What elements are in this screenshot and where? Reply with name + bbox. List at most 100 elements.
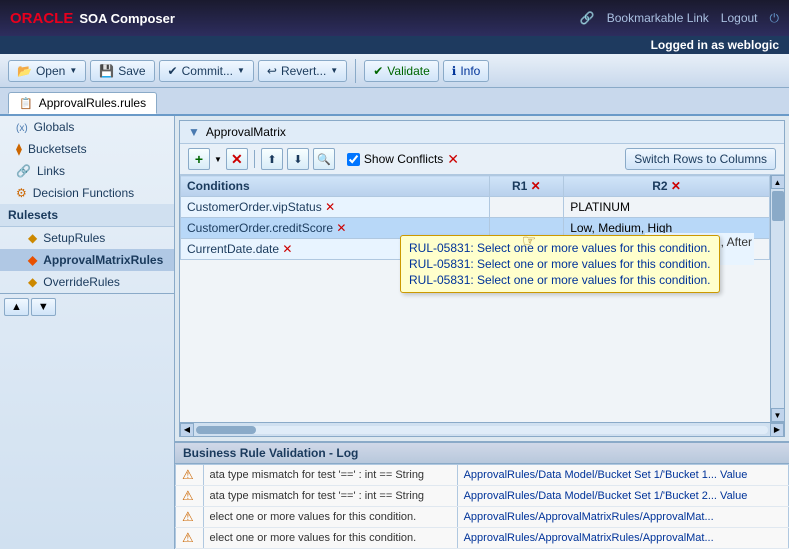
open-button[interactable]: 📂 Open ▼ [8,60,86,82]
commit-button[interactable]: ✔ Commit... ▼ [159,60,254,82]
globals-label: Globals [34,120,75,134]
log-msg-2: elect one or more values for this condit… [203,507,457,528]
oracle-text: ORACLE [10,10,73,27]
matrix-expand-icon[interactable]: ▼ [188,125,200,139]
decision-toolbar: + ▼ ✕ ⬆ ⬇ 🔍 Show Conflicts ✕ Switch Rows… [180,144,784,175]
sidebar-item-approvalmatrixrules[interactable]: ApprovalMatrixRules [0,249,174,271]
save-button[interactable]: 💾 Save [90,60,154,82]
horiz-scroll-track [196,426,768,434]
conflicts-error-icon: ✕ [447,151,459,168]
delete-row-button[interactable]: ✕ [226,148,248,170]
table-area: Conditions R1 ✕ R2 ✕ [180,175,784,422]
links-label: Links [37,164,65,178]
logout-link[interactable]: Logout [721,11,758,25]
log-row: ⚠ elect one or more values for this cond… [176,528,789,549]
commit-dropdown-arrow: ▼ [237,66,245,75]
sidebar-down-button[interactable]: ▼ [31,298,56,316]
revert-icon: ↩ [267,64,277,78]
scroll-left-button[interactable]: ◀ [180,423,194,437]
tab-label: ApprovalRules.rules [39,96,146,110]
revert-dropdown-arrow: ▼ [330,66,338,75]
approvalmatrixrules-icon [28,253,37,267]
decision-functions-icon [16,186,27,200]
sidebar: Globals Bucketsets 🔗 Links Decision Func… [0,116,175,549]
add-dropdown-arrow[interactable]: ▼ [214,155,222,164]
info-button[interactable]: ℹ Info [443,60,490,82]
decision-functions-label: Decision Functions [33,186,134,200]
row-2-error-icon: ✕ [282,242,292,256]
scroll-right-button[interactable]: ▶ [770,423,784,437]
soa-composer-text: SOA Composer [79,11,175,26]
globals-icon [16,120,28,134]
sidebar-item-bucketsets[interactable]: Bucketsets [0,138,174,160]
move-up-button[interactable]: ⬆ [261,148,283,170]
log-title: Business Rule Validation - Log [183,446,358,460]
scroll-thumb[interactable] [772,191,784,221]
log-row: ⚠ ata type mismatch for test '==' : int … [176,465,789,486]
tooltip-box: RUL-05831: Select one or more values for… [400,235,720,293]
row-0-col-r2[interactable]: PLATINUM [564,197,770,218]
log-content: ⚠ ata type mismatch for test '==' : int … [175,464,789,549]
col-r2-delete[interactable]: ✕ [671,179,681,193]
matrix-name: ApprovalMatrix [206,125,286,139]
log-path-2: ApprovalRules/ApprovalMatrixRules/Approv… [457,507,788,528]
revert-button[interactable]: ↩ Revert... ▼ [258,60,347,82]
logout-icon: ⏻ [770,11,780,26]
overriderules-icon [28,275,37,289]
log-warn-icon-2: ⚠ [176,507,204,528]
horiz-scroll-thumb[interactable] [196,426,256,434]
switch-btn-label: Switch Rows to Columns [634,152,767,166]
links-icon: 🔗 [16,164,31,178]
log-msg-3: elect one or more values for this condit… [203,528,457,549]
switch-rows-columns-button[interactable]: Switch Rows to Columns [625,148,776,170]
save-icon: 💾 [99,64,114,78]
app-header: ORACLE SOA Composer 🔗 Bookmarkable Link … [0,0,789,36]
log-row: ⚠ ata type mismatch for test '==' : int … [176,486,789,507]
log-path-1: ApprovalRules/Data Model/Bucket Set 1/'B… [457,486,788,507]
show-conflicts-label: Show Conflicts [364,152,443,166]
content-inner: ▼ ApprovalMatrix + ▼ ✕ ⬆ ⬇ 🔍 Show Confli… [179,120,785,437]
row-0-col-r1[interactable] [489,197,564,218]
sidebar-nav-buttons: ▲ ▼ [0,293,174,320]
commit-icon: ✔ [168,64,178,78]
scroll-up-button[interactable]: ▲ [771,175,785,189]
vertical-scrollbar[interactable]: ▲ ▼ [770,175,784,422]
bookmarkable-link[interactable]: Bookmarkable Link [607,11,709,25]
move-down-button[interactable]: ⬇ [287,148,309,170]
horizontal-scrollbar[interactable]: ◀ ▶ [180,422,784,436]
row-0-error-icon: ✕ [325,200,335,214]
overriderules-label: OverrideRules [43,275,120,289]
sidebar-item-setuprules[interactable]: SetupRules [0,227,174,249]
sidebar-item-overriderules[interactable]: OverrideRules [0,271,174,293]
approval-rules-tab[interactable]: 📋 ApprovalRules.rules [8,92,157,114]
header-actions: 🔗 Bookmarkable Link Logout ⏻ [580,11,779,26]
logged-in-user: weblogic [728,38,779,52]
add-row-button[interactable]: + [188,148,210,170]
info-icon: ℹ [452,64,457,78]
search-button[interactable]: 🔍 [313,148,335,170]
show-conflicts-area: Show Conflicts ✕ [347,151,459,168]
bucketsets-label: Bucketsets [28,142,87,156]
tab-icon: 📋 [19,97,33,110]
show-conflicts-checkbox[interactable] [347,153,360,166]
log-header: Business Rule Validation - Log [175,443,789,464]
log-warn-icon-0: ⚠ [176,465,204,486]
tooltip-line-2: RUL-05831: Select one or more values for… [409,256,711,272]
col-r1-delete[interactable]: ✕ [531,179,541,193]
sidebar-item-globals[interactable]: Globals [0,116,174,138]
main-toolbar: 📂 Open ▼ 💾 Save ✔ Commit... ▼ ↩ Revert..… [0,54,789,88]
sidebar-item-links[interactable]: 🔗 Links [0,160,174,182]
log-path-0: ApprovalRules/Data Model/Bucket Set 1/'B… [457,465,788,486]
col-r2-header: R2 ✕ [564,176,770,197]
scroll-down-button[interactable]: ▼ [771,408,785,422]
approvalmatrixrules-label: ApprovalMatrixRules [43,253,163,267]
log-area: Business Rule Validation - Log ⚠ ata typ… [175,441,789,549]
sidebar-up-button[interactable]: ▲ [4,298,29,316]
setuprules-label: SetupRules [43,231,105,245]
sidebar-item-decision-functions[interactable]: Decision Functions [0,182,174,204]
table-wrapper[interactable]: Conditions R1 ✕ R2 ✕ [180,175,770,422]
validate-button[interactable]: ✔ Validate [364,60,439,82]
log-warn-icon-1: ⚠ [176,486,204,507]
rulesets-section: Rulesets [0,204,174,227]
log-table: ⚠ ata type mismatch for test '==' : int … [175,464,789,549]
